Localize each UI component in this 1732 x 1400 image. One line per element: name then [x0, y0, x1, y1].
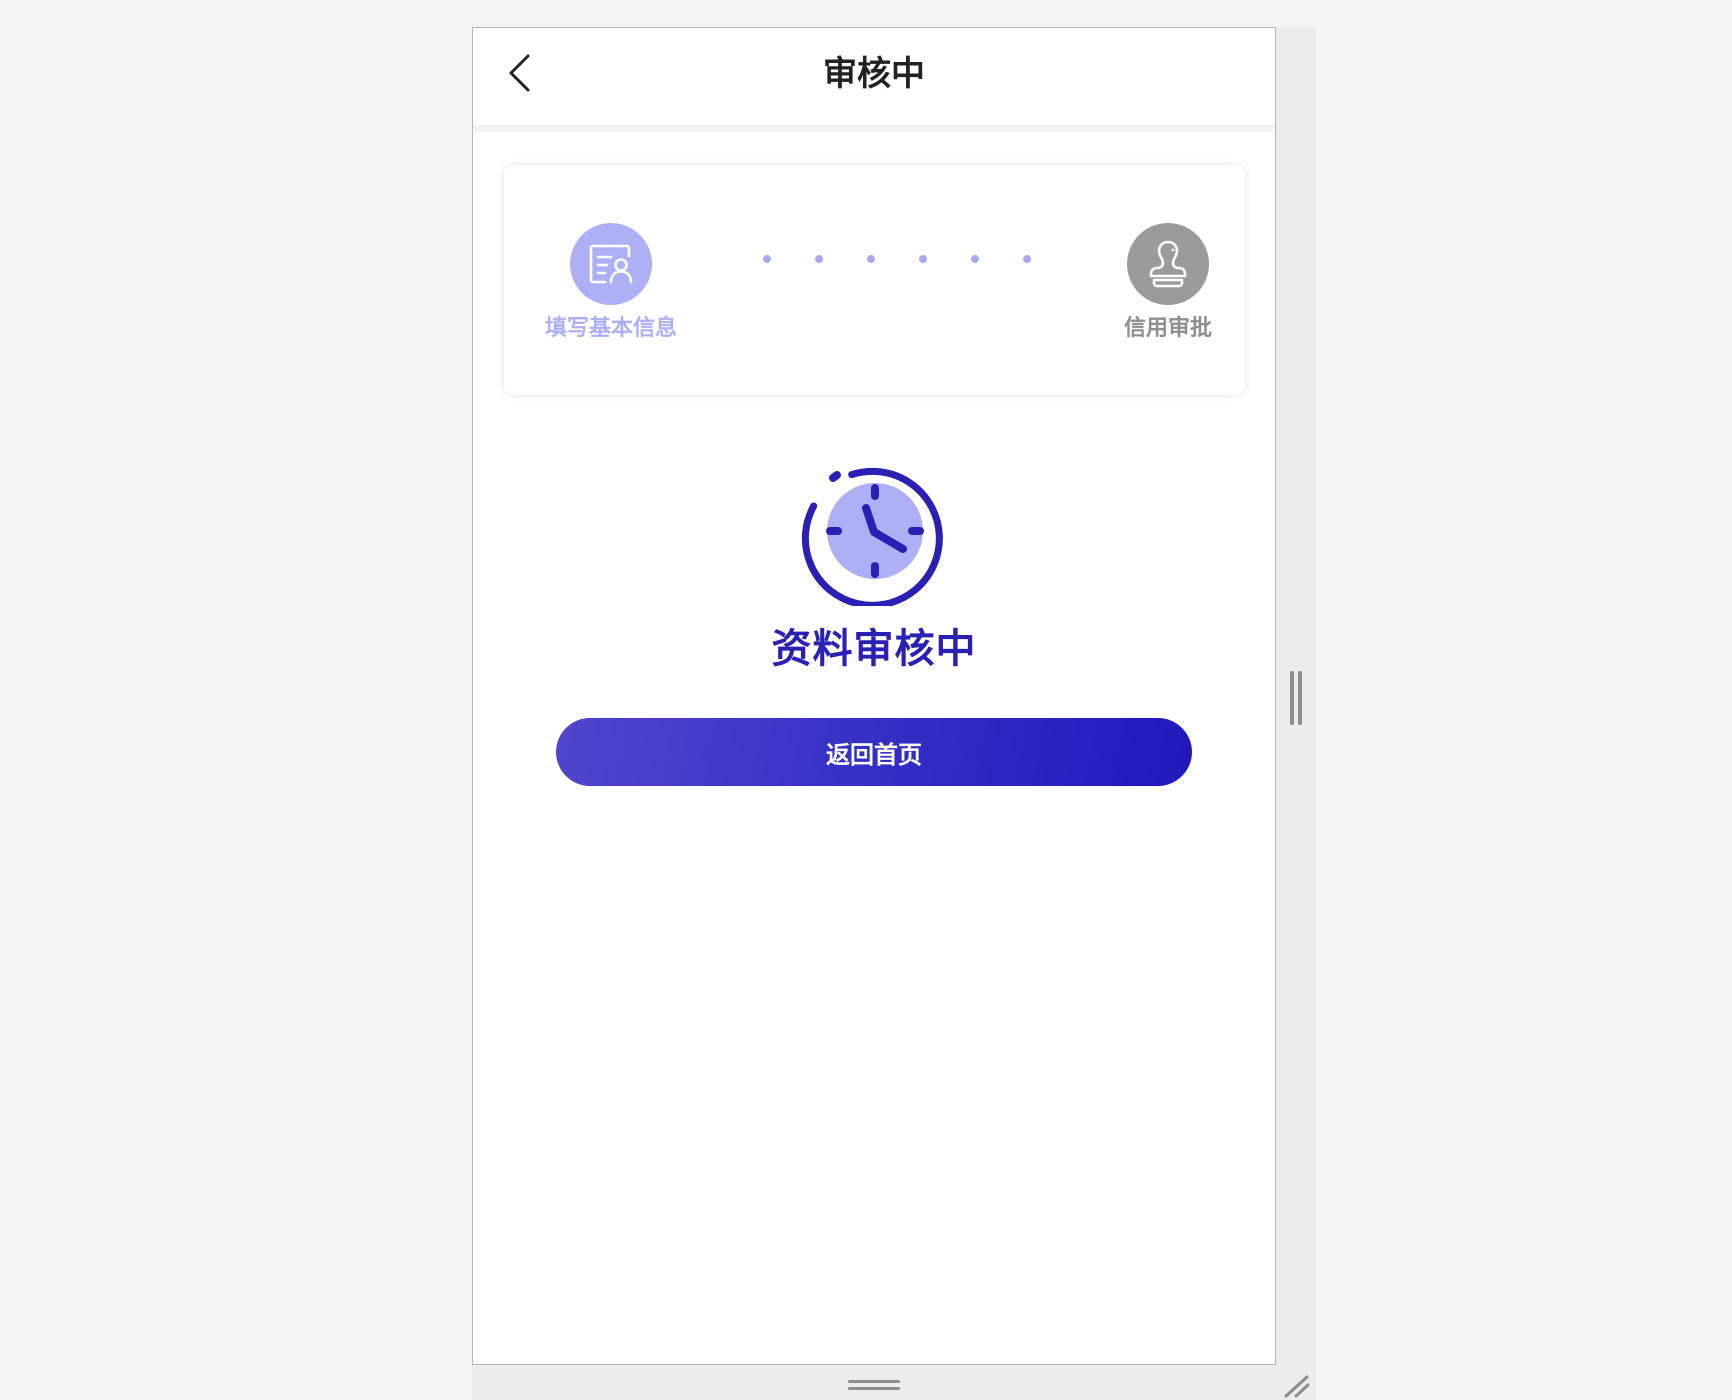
- step-label-credit-approval: 信用审批: [1123, 316, 1212, 341]
- connector-dot: [815, 255, 823, 263]
- step-label-basic-info: 填写基本信息: [544, 316, 677, 341]
- step-credit-approval: 信用审批: [1083, 223, 1253, 343]
- clock-icon: [801, 467, 943, 606]
- navigation-bar: 审核中: [473, 28, 1275, 125]
- step-circle-basic-info: [570, 223, 652, 305]
- handle-line: [1298, 671, 1302, 725]
- step-fill-basic-info: 填写基本信息: [526, 223, 696, 343]
- stamp-icon: [1149, 240, 1187, 288]
- connector-dot: [867, 255, 875, 263]
- resize-handle-bottom[interactable]: [848, 1380, 900, 1392]
- handle-line: [848, 1380, 900, 1383]
- connector-dot: [763, 255, 771, 263]
- handle-line: [848, 1387, 900, 1390]
- connector-dot: [971, 255, 979, 263]
- progress-steps-card: 填写基本信息 信用审批: [504, 165, 1245, 395]
- connector-dot: [919, 255, 927, 263]
- resize-handle-right[interactable]: [1290, 671, 1304, 725]
- resize-corner-icon[interactable]: [1283, 1372, 1311, 1398]
- step-connector-dots: [763, 255, 1033, 265]
- connector-dot: [1023, 255, 1031, 263]
- step-circle-credit-approval: [1127, 223, 1209, 305]
- page-title: 审核中: [823, 54, 925, 94]
- id-card-icon: [589, 244, 633, 284]
- mobile-screen: 审核中 填写基本信息 信用审批 资料审核中 返回首页: [472, 27, 1276, 1365]
- handle-line: [1290, 671, 1294, 725]
- nav-divider: [473, 125, 1275, 132]
- review-status-title: 资料审核中: [771, 626, 977, 672]
- return-home-button[interactable]: 返回首页: [556, 718, 1192, 786]
